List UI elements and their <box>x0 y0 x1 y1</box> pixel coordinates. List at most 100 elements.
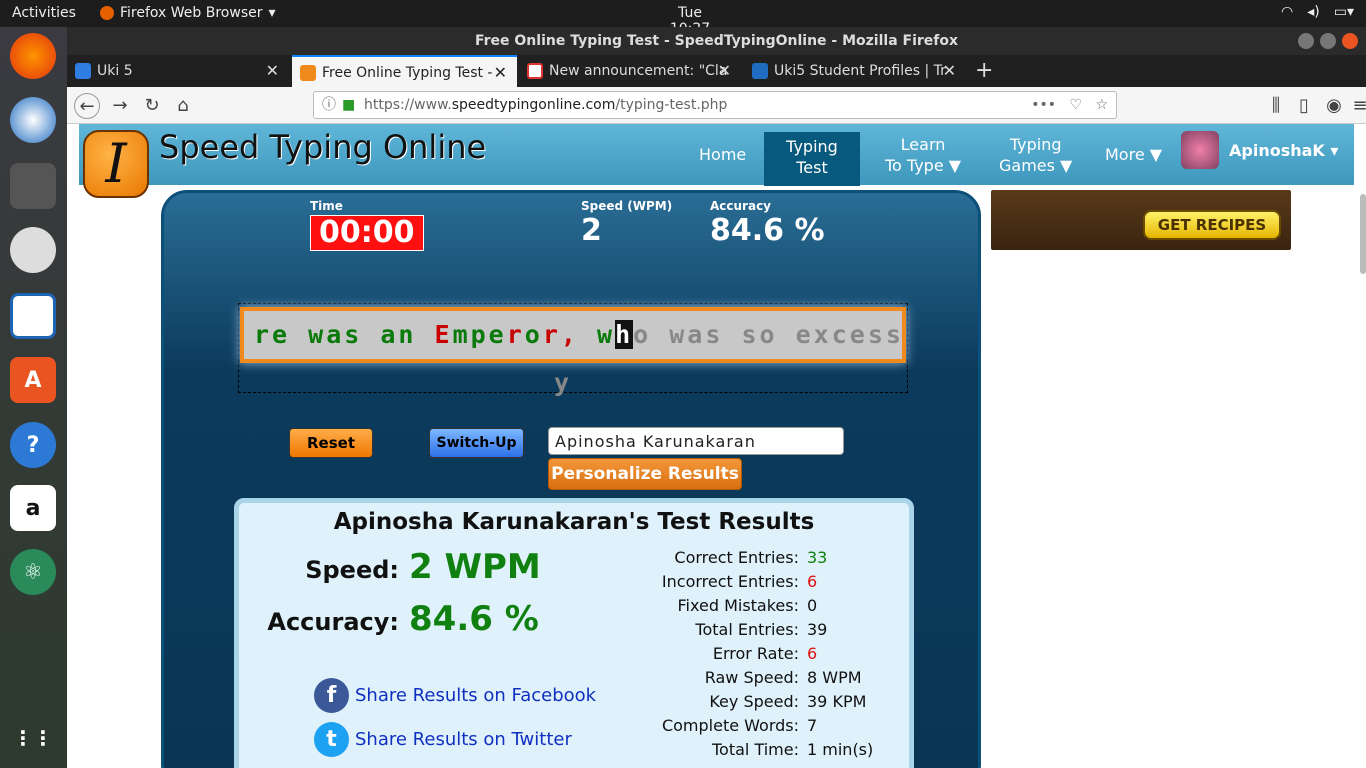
system-tray[interactable]: ◠ ◂) ▭▾ <box>1281 4 1354 20</box>
typed-correct: o <box>524 320 543 349</box>
site-name[interactable]: Speed Typing Online <box>159 128 486 166</box>
minimize-button[interactable] <box>1298 33 1314 49</box>
untyped-text: o was so excessivel <box>633 320 904 349</box>
back-icon[interactable]: ← <box>74 93 100 119</box>
tab-label: New announcement: "Cla <box>549 63 728 79</box>
info-icon[interactable]: ⓘ <box>322 92 336 118</box>
speed-result: Speed: 2 WPM <box>239 547 541 587</box>
bookmark-star-icon[interactable]: ☆ <box>1095 92 1108 118</box>
accuracy-label: Accuracy <box>710 199 772 213</box>
speed-value: 2 <box>581 213 602 248</box>
app-menu[interactable]: Firefox Web Browser ▾ <box>100 5 276 21</box>
facebook-icon: f <box>314 678 349 713</box>
pocket-icon[interactable]: ♡ <box>1069 92 1082 118</box>
tab-gmail[interactable]: New announcement: "Cla ✕ <box>519 55 741 87</box>
close-tab-icon[interactable]: ✕ <box>718 55 731 87</box>
user-menu[interactable]: ApinoshaK ▾ <box>1181 131 1338 169</box>
typed-error: r, <box>542 320 579 349</box>
user-name: ApinoshaK ▾ <box>1229 140 1339 160</box>
share-facebook[interactable]: f Share Results on Facebook <box>314 678 596 713</box>
reset-button[interactable]: Reset <box>289 428 373 458</box>
typing-text[interactable]: re was an Emperor, who was so excessivel <box>240 307 906 363</box>
site-logo[interactable]: I <box>83 130 149 198</box>
typed-error: E <box>434 320 453 349</box>
close-tab-icon[interactable]: ✕ <box>266 55 279 87</box>
nav-home[interactable]: Home <box>699 144 746 165</box>
atom-dock-icon[interactable]: ⚛ <box>10 549 56 595</box>
close-tab-icon[interactable]: ✕ <box>943 55 956 87</box>
detail-row: Complete Words: 7 <box>619 714 873 738</box>
window-title: Free Online Typing Test - SpeedTypingOnl… <box>474 33 959 49</box>
new-tab-button[interactable]: + <box>967 55 999 87</box>
home-icon[interactable]: ⌂ <box>170 93 196 119</box>
close-window-button[interactable] <box>1342 33 1358 49</box>
speed-result-value: 2 WPM <box>409 547 541 587</box>
detail-row: Total Time: 1 min(s) <box>619 738 873 762</box>
account-icon[interactable]: ◉ <box>1321 93 1347 119</box>
system-top-bar: Activities Firefox Web Browser▾ Tue 10:2… <box>0 0 1366 37</box>
help-dock-icon[interactable]: ? <box>10 422 56 468</box>
show-apps-icon[interactable]: ⋮⋮ <box>10 715 56 761</box>
time-label: Time <box>310 199 343 213</box>
results-title: Apinosha Karunakaran's Test Results <box>333 509 815 535</box>
detail-value: 6 <box>807 572 818 591</box>
tab-label: Uki 5 <box>97 63 133 79</box>
rhythmbox-dock-icon[interactable] <box>10 227 56 273</box>
switch-up-button[interactable]: Switch-Up <box>429 428 524 458</box>
accuracy-value: 84.6 % <box>710 213 825 248</box>
name-input[interactable] <box>548 427 844 455</box>
amazon-dock-icon[interactable]: a <box>10 485 56 531</box>
typed-correct: re was an <box>254 320 435 349</box>
typed-correct: w <box>597 320 616 349</box>
sidebar-icon[interactable]: ▯ <box>1291 93 1317 119</box>
activities-button[interactable]: Activities <box>12 5 76 21</box>
detail-label: Error Rate: <box>712 644 799 663</box>
nav-typing-test[interactable]: Typing Test <box>764 132 860 186</box>
detail-value: 39 <box>807 620 828 639</box>
volume-icon: ◂) <box>1307 4 1320 20</box>
detail-row: Fixed Mistakes: 0 <box>619 594 873 618</box>
page-actions-icon[interactable]: ••• <box>1031 92 1056 118</box>
nav-games[interactable]: Typing Games ▼ <box>999 134 1072 176</box>
tab-student-profiles[interactable]: Uki5 Student Profiles | Tr ✕ <box>744 55 966 87</box>
accuracy-result: Accuracy: 84.6 % <box>239 599 538 639</box>
menu-icon[interactable]: ≡ <box>1347 93 1366 119</box>
url-bar[interactable]: ⓘ ■ https://www.speedtypingonline.com/ty… <box>313 91 1117 119</box>
share-twitter-label: Share Results on Twitter <box>355 729 572 750</box>
forward-icon[interactable]: → <box>107 93 133 119</box>
typed-error: r <box>506 320 525 349</box>
detail-label: Total Time: <box>712 740 799 759</box>
twitter-icon: t <box>314 722 349 757</box>
test-results: Apinosha Karunakaran's Test Results Spee… <box>234 498 914 768</box>
firefox-dock-icon[interactable] <box>10 33 56 79</box>
library-icon[interactable]: ⫼ <box>1263 93 1289 119</box>
tab-typing-test[interactable]: Free Online Typing Test - ✕ <box>292 55 517 87</box>
nav-label: To Type ▼ <box>885 156 962 175</box>
tab-uki5[interactable]: Uki 5 ✕ <box>67 55 289 87</box>
results-details: Correct Entries: 33 Incorrect Entries: 6 Fix… <box>619 546 873 762</box>
web-page: I Speed Typing Online Home Typing Test Le… <box>67 124 1366 768</box>
detail-row: Correct Entries: 33 <box>619 546 873 570</box>
recipe-ad[interactable]: GET RECIPES <box>991 190 1291 250</box>
close-tab-icon[interactable]: ✕ <box>494 57 507 89</box>
reload-icon[interactable]: ↻ <box>139 93 165 119</box>
share-twitter[interactable]: t Share Results on Twitter <box>314 722 572 757</box>
detail-row: Error Rate: 6 <box>619 642 873 666</box>
files-dock-icon[interactable] <box>10 163 56 209</box>
ad-button[interactable]: GET RECIPES <box>1143 210 1281 240</box>
nav-learn[interactable]: Learn To Type ▼ <box>885 134 961 176</box>
nav-label: Typing <box>786 137 838 156</box>
writer-dock-icon[interactable] <box>10 293 56 339</box>
nav-toolbar: ← → ↻ ⌂ ⓘ ■ https://www.speedtypingonlin… <box>67 87 1366 124</box>
nav-more[interactable]: More ▼ <box>1105 144 1162 165</box>
software-dock-icon[interactable]: A <box>10 357 56 403</box>
detail-row: Raw Speed: 8 WPM <box>619 666 873 690</box>
maximize-button[interactable] <box>1320 33 1336 49</box>
detail-label: Complete Words: <box>661 716 799 735</box>
personalize-results-button[interactable]: Personalize Results <box>548 458 742 490</box>
thunderbird-dock-icon[interactable] <box>10 97 56 143</box>
wrapped-char: y <box>554 368 570 397</box>
page-scrollbar[interactable] <box>1360 194 1366 274</box>
url-path: /typing-test.php <box>615 97 728 113</box>
detail-row: Key Speed: 39 KPM <box>619 690 873 714</box>
